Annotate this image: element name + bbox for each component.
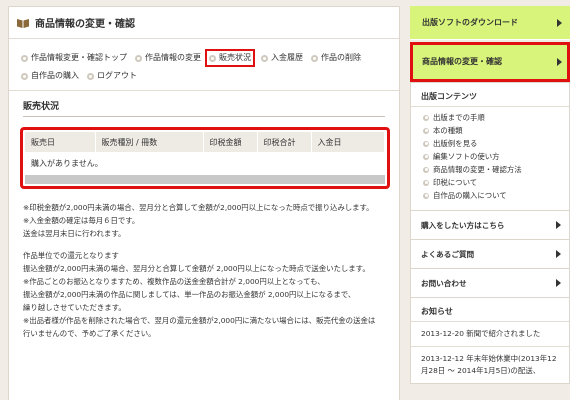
table-header-row: 販売日 販売種別 / 冊数 印税金額 印税合計 入金日 xyxy=(25,132,385,152)
nav-item-sales-status[interactable]: 販売状況 xyxy=(205,49,255,67)
note-line: ※出品者様が作品を削除された場合で、翌月の還元金額が2,000円に満たない場合に… xyxy=(23,316,376,325)
bullet-icon xyxy=(423,166,429,173)
note-spacer xyxy=(23,240,385,249)
contact-link[interactable]: お問い合わせ xyxy=(411,268,569,297)
arrow-right-icon xyxy=(557,57,562,66)
note-line: 繰り越しさせていただきます。 xyxy=(23,303,126,312)
table-footer xyxy=(25,175,385,184)
bullet-icon xyxy=(423,192,429,199)
table-row: 購入がありません。 xyxy=(25,152,385,175)
contents-heading: 出版コンテンツ xyxy=(411,83,569,107)
column-header: 入金日 xyxy=(311,132,385,152)
bullet-icon xyxy=(423,179,429,186)
nav-item-purchase-own[interactable]: 自作品の購入 xyxy=(21,69,79,83)
bullet-icon xyxy=(423,114,429,121)
buyer-link[interactable]: 購入をしたい方はこちら xyxy=(411,210,569,239)
note-line: 行いませんので、予めご了承ください。 xyxy=(23,329,156,338)
note-line: 振込金額が2,000円未満の場合、翌月分と合算して金額が 2,000円以上になっ… xyxy=(23,264,370,273)
sub-navigation: 作品情報変更・確認トップ 作品情報の変更 販売状況 入金履歴 作品の削除 自作品… xyxy=(9,39,399,83)
bullet-icon xyxy=(21,54,28,62)
column-header: 販売種別 / 冊数 xyxy=(95,132,204,152)
bullet-icon xyxy=(423,127,429,134)
nav-item-payment-history[interactable]: 入金履歴 xyxy=(261,51,303,65)
bullet-icon xyxy=(423,153,429,160)
list-item[interactable]: 出版例を見る xyxy=(423,137,559,150)
nav-item-edit[interactable]: 作品情報の変更 xyxy=(135,51,201,65)
product-info-change-button[interactable]: 商品情報の変更・確認 xyxy=(410,42,570,82)
bullet-icon xyxy=(423,140,429,147)
arrow-right-icon xyxy=(556,279,561,287)
sales-section: 販売状況 販売日 販売種別 / 冊数 印税金額 印税合計 入金日 購入がありませ… xyxy=(9,91,399,189)
news-heading: お知らせ xyxy=(411,297,569,321)
bullet-icon xyxy=(209,54,216,62)
main-panel: 商品情報の変更・確認 作品情報変更・確認トップ 作品情報の変更 販売状況 入金履… xyxy=(8,6,400,400)
bullet-icon xyxy=(135,54,142,62)
arrow-right-icon xyxy=(556,250,561,258)
section-title: 販売状況 xyxy=(23,99,385,117)
sales-table: 販売日 販売種別 / 冊数 印税金額 印税合計 入金日 購入がありません。 xyxy=(25,132,385,175)
note-line: ※作品ごとのお振込となりますため、複数作品の送金金額合計が 2,000円以上とな… xyxy=(23,277,325,286)
note-line: ※印税金額が2,000円未満の場合、翌月分と合算して金額が2,000円以上になっ… xyxy=(23,203,374,212)
nav-item-top[interactable]: 作品情報変更・確認トップ xyxy=(21,51,127,65)
list-item[interactable]: 出版までの手順 xyxy=(423,111,559,124)
title-bar: 商品情報の変更・確認 xyxy=(9,7,399,39)
list-item[interactable]: 印税について xyxy=(423,176,559,189)
list-item[interactable]: 編集ソフトの使い方 xyxy=(423,150,559,163)
bullet-icon xyxy=(87,72,94,80)
nav-item-delete[interactable]: 作品の削除 xyxy=(311,51,361,65)
book-icon xyxy=(17,18,29,28)
note-line: 作品単位での還元となります xyxy=(23,251,119,260)
column-header: 販売日 xyxy=(25,132,96,152)
list-item[interactable]: 自作品の購入について xyxy=(423,189,559,202)
news-item[interactable]: 2013-12-20 新聞で紹介されました xyxy=(411,321,569,346)
list-item[interactable]: 商品情報の変更・確認方法 xyxy=(423,163,559,176)
sales-table-highlight: 販売日 販売種別 / 冊数 印税金額 印税合計 入金日 購入がありません。 xyxy=(20,127,390,189)
list-item[interactable]: 本の種類 xyxy=(423,124,559,137)
notes: ※印税金額が2,000円未満の場合、翌月分と合算して金額が2,000円以上になっ… xyxy=(9,189,399,340)
contents-box: 出版コンテンツ 出版までの手順 本の種類 出版例を見る 編集ソフトの使い方 商品… xyxy=(410,82,570,384)
download-software-button[interactable]: 出版ソフトのダウンロード xyxy=(410,6,570,40)
arrow-right-icon xyxy=(556,221,561,229)
empty-message: 購入がありません。 xyxy=(31,159,103,168)
sidebar: 出版ソフトのダウンロード 商品情報の変更・確認 出版コンテンツ 出版までの手順 … xyxy=(410,6,570,400)
note-line: 振込金額が2,000円未満の作品に関しましては、単一作品のお振込金額が 2,00… xyxy=(23,290,356,299)
column-header: 印税金額 xyxy=(203,132,258,152)
bullet-icon xyxy=(311,54,318,62)
faq-link[interactable]: よくあるご質問 xyxy=(411,239,569,268)
bullet-icon xyxy=(261,54,268,62)
arrow-right-icon xyxy=(557,18,562,27)
bullet-icon xyxy=(21,72,28,80)
nav-item-logout[interactable]: ログアウト xyxy=(87,69,137,83)
news-item[interactable]: 2013-12-12 年末年始休業中(2013年12月28日 ～ 2014年1月… xyxy=(411,346,569,383)
note-line: ※入金金額の確定は毎月６日です。 xyxy=(23,216,140,225)
column-header: 印税合計 xyxy=(257,132,312,152)
contents-list: 出版までの手順 本の種類 出版例を見る 編集ソフトの使い方 商品情報の変更・確認… xyxy=(411,107,569,210)
note-line: 送金は翌月末日に行われます。 xyxy=(23,229,126,238)
page-title: 商品情報の変更・確認 xyxy=(35,19,135,30)
